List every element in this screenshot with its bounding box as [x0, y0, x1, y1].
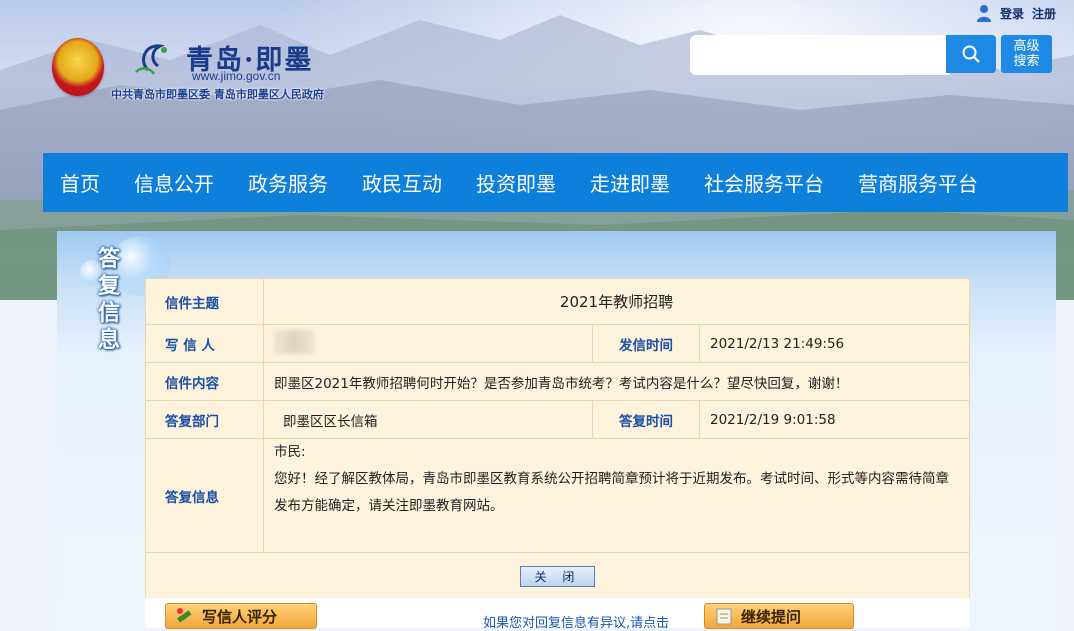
main-nav: 首页 信息公开 政务服务 政民互动 投资即墨 走进即墨 社会服务平台 营商服务平…	[43, 153, 1068, 212]
reply-greeting: 市民:	[274, 444, 306, 460]
note-icon	[716, 608, 732, 625]
close-button[interactable]: 关 闭	[519, 565, 596, 587]
reply-time-value: 2021/2/19 9:01:58	[699, 400, 970, 439]
nav-info-disclosure[interactable]: 信息公开	[117, 168, 231, 197]
section-title: 答复信息	[97, 247, 120, 353]
reply-time-label: 答复时间	[592, 400, 700, 439]
sent-time-value: 2021/2/13 21:49:56	[699, 324, 970, 363]
site-subtitle: 中共青岛市即墨区委 青岛市即墨区人民政府	[111, 88, 324, 101]
user-bar: 登录 注册	[976, 4, 1056, 22]
subject-value: 2021年教师招聘	[263, 278, 970, 325]
blurred-name	[274, 329, 314, 354]
close-row: 关 闭	[145, 552, 970, 600]
nav-gov-services[interactable]: 政务服务	[231, 168, 345, 197]
nav-about[interactable]: 走进即墨	[573, 168, 687, 197]
pencil-icon	[177, 608, 192, 623]
nav-social-services[interactable]: 社会服务平台	[687, 168, 841, 197]
content-value: 即墨区2021年教师招聘何时开始？是否参加青岛市统考？考试内容是什么？望尽快回复…	[263, 362, 970, 401]
subject-label: 信件主题	[145, 278, 264, 325]
continue-ask-button[interactable]: 继续提问	[704, 603, 854, 629]
advanced-search-label: 高级 搜索	[1013, 39, 1040, 69]
rate-writer-label: 写信人评分	[202, 607, 278, 626]
nav-interaction[interactable]: 政民互动	[345, 168, 459, 197]
login-link[interactable]: 登录	[1000, 5, 1024, 22]
writer-label: 写 信 人	[145, 324, 264, 363]
search-input[interactable]	[690, 35, 950, 75]
register-link[interactable]: 注册	[1032, 5, 1056, 22]
dept-label: 答复部门	[145, 400, 264, 439]
site-url: www.jimo.gov.cn	[192, 69, 281, 83]
search-button[interactable]	[946, 35, 996, 73]
reply-label: 答复信息	[145, 438, 264, 553]
nav-business-services[interactable]: 营商服务平台	[841, 168, 995, 197]
writer-value	[263, 324, 593, 363]
reply-body: 您好！经了解区教体局，青岛市即墨区教育系统公开招聘简章预计将于近期发布。考试时间…	[274, 471, 949, 514]
sent-time-label: 发信时间	[592, 324, 700, 363]
nav-home[interactable]: 首页	[43, 168, 117, 197]
jimo-logo-icon	[135, 44, 167, 75]
content-label: 信件内容	[145, 362, 264, 401]
rate-writer-button[interactable]: 写信人评分	[165, 603, 317, 629]
nav-invest[interactable]: 投资即墨	[459, 168, 573, 197]
continue-ask-label: 继续提问	[741, 607, 802, 626]
advanced-search-button[interactable]: 高级 搜索	[1001, 35, 1052, 73]
national-emblem-icon: ★	[52, 38, 104, 96]
letter-table: 信件主题 2021年教师招聘 写 信 人 发信时间 2021/2/13 21:4…	[145, 278, 970, 600]
reply-content: 市民: 您好！经了解区教体局，青岛市即墨区教育系统公开招聘简章预计将于近期发布。…	[263, 438, 970, 553]
user-icon	[976, 5, 991, 22]
dept-value: 即墨区区长信箱	[263, 400, 593, 439]
search-icon	[962, 45, 980, 63]
